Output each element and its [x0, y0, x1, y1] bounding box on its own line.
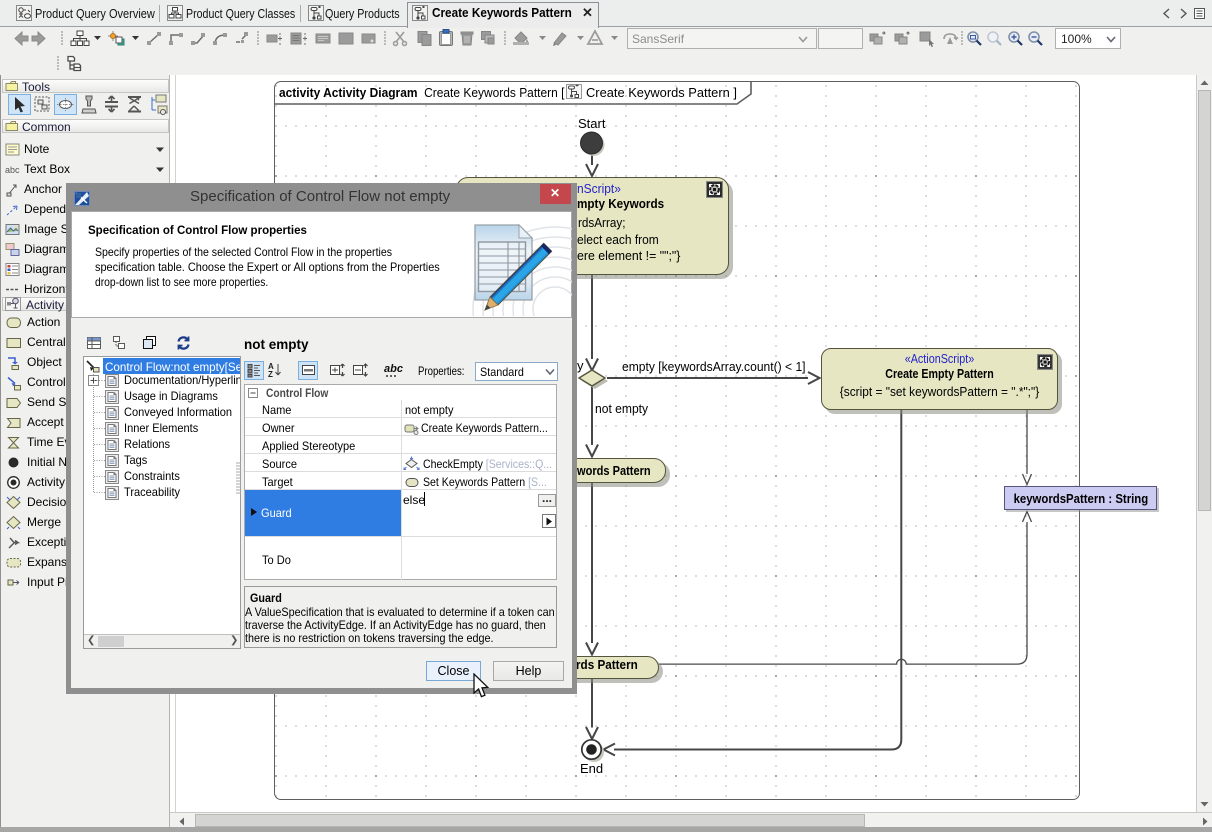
svg-text:Z: Z — [268, 370, 273, 379]
svg-text:abc: abc — [384, 363, 403, 375]
svg-text:abc: abc — [5, 165, 20, 175]
